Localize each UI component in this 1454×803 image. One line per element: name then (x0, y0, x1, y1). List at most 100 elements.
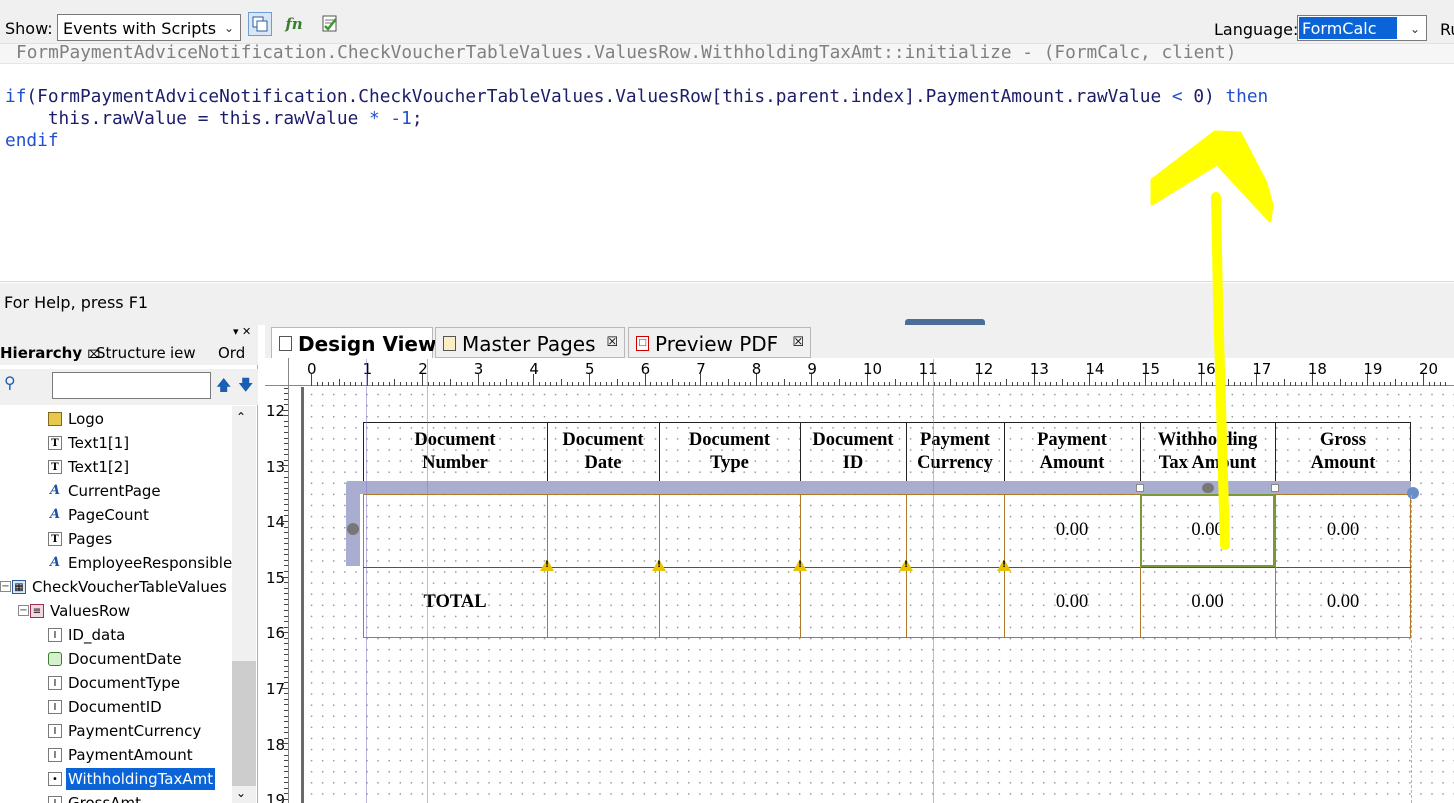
ruler-tick (1284, 379, 1285, 386)
ruler-tick (755, 374, 757, 386)
chevron-down-icon[interactable]: ⌄ (236, 786, 246, 800)
script-editor[interactable]: FormPaymentAdviceNotification.CheckVouch… (0, 42, 1454, 282)
ruler-tick (839, 379, 841, 386)
ruler-tick (716, 382, 718, 386)
text-field-icon: I (48, 796, 62, 803)
chevron-up-icon[interactable]: ⌃ (236, 410, 246, 424)
tree-item[interactable]: T Pages (0, 528, 232, 550)
total-cell[interactable]: 0.00 (1004, 567, 1140, 638)
ruler-tick (1150, 382, 1152, 386)
ruler-tick (1167, 382, 1169, 386)
tab-structure[interactable]: Structure (96, 344, 166, 362)
table-cell[interactable] (547, 494, 659, 567)
ruler-tick (284, 571, 288, 573)
ruler-tick (1384, 382, 1386, 386)
ruler-tick (1089, 374, 1091, 386)
collapse-icon[interactable]: − (18, 605, 29, 616)
resize-handle[interactable] (1271, 484, 1279, 492)
table-cell[interactable] (363, 494, 547, 567)
tree-item[interactable]: T Text1[2] (0, 456, 232, 478)
ruler-tick (1028, 382, 1030, 386)
tab-design-view-label: Design View (298, 332, 437, 356)
arrow-down-icon[interactable]: 🡇 (238, 375, 253, 400)
close-icon[interactable]: ☒ (792, 335, 804, 350)
tree-item[interactable]: I GrossAmt (0, 792, 232, 803)
ruler-tick (284, 637, 288, 639)
text-field-icon: I (48, 700, 62, 714)
show-events-dropdown[interactable]: Events with Scripts ⌄ (57, 14, 241, 41)
check-script-syntax-button[interactable] (318, 12, 342, 36)
tree-item-label: Text1[1] (68, 434, 130, 452)
panel-menu-close-icon[interactable]: ▾ ✕ (233, 325, 251, 338)
arrow-up-icon[interactable]: 🡅 (216, 375, 231, 400)
ruler-tick (1322, 382, 1324, 386)
ruler-tick (284, 459, 288, 461)
ruler-tick (844, 382, 846, 386)
chevron-down-icon[interactable] (347, 523, 359, 535)
tree-item[interactable]: I PaymentAmount (0, 744, 232, 766)
column-header-label: Payment Currency (917, 429, 993, 473)
ruler-tick (1195, 382, 1197, 386)
ruler-tick (284, 470, 288, 472)
ruler-tick (883, 382, 885, 386)
ruler-tick (284, 426, 288, 428)
table-cell[interactable]: 0.00 (1004, 494, 1140, 567)
resize-handle[interactable] (1136, 484, 1144, 492)
tree-item[interactable]: A EmployeeResponsible[ (0, 552, 232, 574)
row-icon: ≡ (30, 604, 44, 618)
ruler-tick (1239, 382, 1241, 386)
total-cell[interactable] (800, 567, 906, 638)
tab-master-pages[interactable]: Master Pages ☒ (435, 327, 625, 358)
ruler-tick (281, 521, 288, 522)
tree-item[interactable]: A PageCount (0, 504, 232, 526)
scrollbar-thumb[interactable] (232, 661, 256, 786)
total-cell[interactable] (547, 567, 659, 638)
tree-item-label: CurrentPage (68, 482, 161, 500)
ruler-tick (1161, 382, 1163, 386)
hierarchy-scrollbar[interactable]: ⌃ ⌄ (232, 406, 256, 803)
table-cell[interactable]: 0.00 (1275, 494, 1411, 567)
total-cell[interactable]: 0.00 (1140, 567, 1275, 638)
chevron-down-icon[interactable] (1202, 483, 1214, 493)
tab-view[interactable]: iew (170, 344, 196, 362)
row-selection-band[interactable] (347, 481, 1411, 494)
ruler-tick (383, 382, 385, 386)
language-dropdown[interactable]: FormCalc ⌄ (1297, 15, 1427, 41)
tree-item[interactable]: − ≡ ValuesRow (0, 600, 232, 622)
tree-item[interactable]: I DocumentID (0, 696, 232, 718)
tree-item-label: CheckVoucherTableValues (32, 578, 227, 596)
hierarchy-search-input[interactable] (52, 372, 211, 399)
tree-item[interactable]: T Text1[1] (0, 432, 232, 454)
table-cell[interactable] (800, 494, 906, 567)
tree-item[interactable]: Logo (0, 408, 232, 430)
tree-item[interactable]: I DocumentType (0, 672, 232, 694)
tab-preview-pdf[interactable]: □ Preview PDF ☒ (628, 327, 811, 358)
tab-order[interactable]: Ord (218, 344, 245, 362)
close-icon[interactable]: ☒ (606, 335, 618, 350)
total-cell[interactable] (906, 567, 1004, 638)
insert-function-button[interactable]: fn (282, 12, 306, 36)
multiple-objects-button[interactable] (248, 12, 272, 36)
tree-item[interactable]: • WithholdingTaxAmt (0, 768, 232, 790)
tab-hierarchy[interactable]: Hierarchy ⌧ (0, 344, 100, 362)
total-label[interactable]: TOTAL (363, 567, 547, 638)
ruler-tick (284, 498, 288, 500)
tree-item[interactable]: A CurrentPage (0, 480, 232, 502)
ruler-tick (1133, 382, 1135, 386)
ruler-tick (939, 382, 941, 386)
tree-item[interactable]: I PaymentCurrency (0, 720, 232, 742)
info-icon[interactable] (1407, 487, 1419, 499)
tab-design-view[interactable]: Design View (271, 327, 437, 358)
total-cell[interactable]: 0.00 (1275, 567, 1411, 638)
table-cell[interactable] (906, 494, 1004, 567)
selected-field-outline[interactable] (1140, 494, 1275, 567)
ruler-tick (284, 710, 288, 712)
table-cell[interactable] (659, 494, 800, 567)
tree-item[interactable]: − ▦ CheckVoucherTableValues (0, 576, 232, 598)
total-cell[interactable] (659, 567, 800, 638)
tree-item[interactable]: I ID_data (0, 624, 232, 646)
tree-item[interactable]: DocumentDate (0, 648, 232, 670)
collapse-icon[interactable]: − (0, 581, 11, 592)
ruler-tick (500, 382, 502, 386)
column-header: Withholding Tax Amount (1140, 422, 1275, 481)
